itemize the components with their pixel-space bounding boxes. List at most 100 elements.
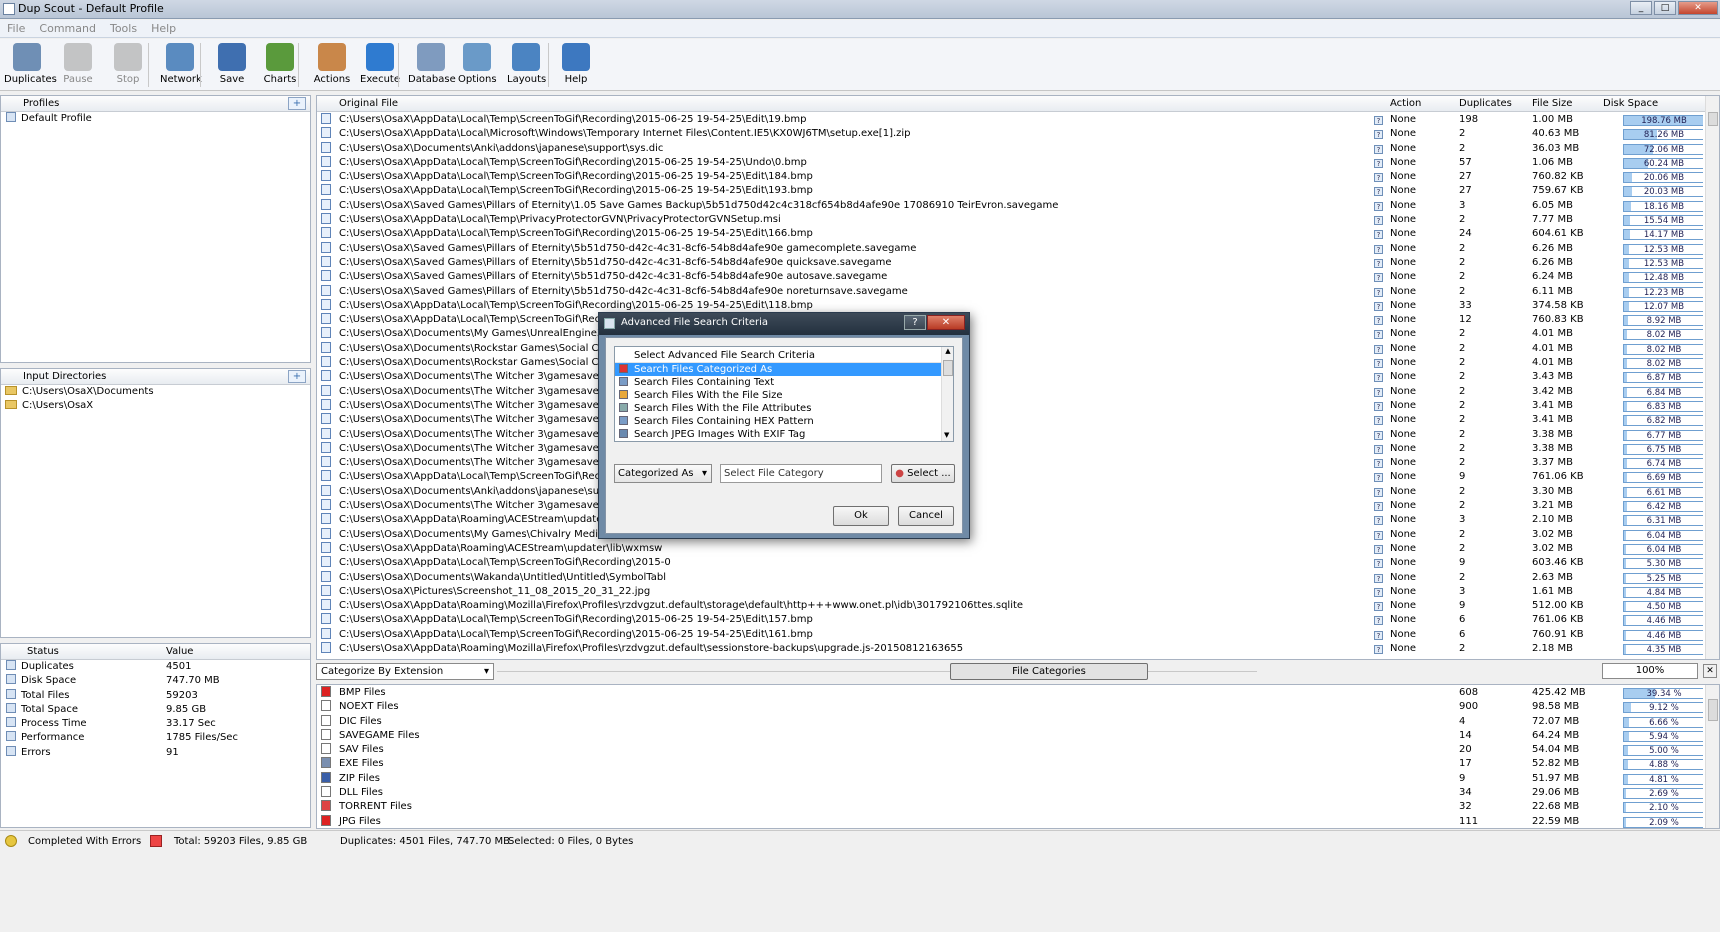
criteria-item[interactable]: Search Files Containing Text <box>615 376 941 389</box>
category-row[interactable]: SAV Files 20 54.04 MB 5.00 % <box>317 743 1703 757</box>
close-panel-button[interactable]: ✕ <box>1703 664 1717 678</box>
action-help-icon[interactable]: ? <box>1374 158 1383 168</box>
execute-button[interactable]: Execute <box>360 41 400 89</box>
category-row[interactable]: EXE Files 17 52.82 MB 4.88 % <box>317 757 1703 771</box>
action-value[interactable]: None <box>1390 613 1416 627</box>
options-button[interactable]: Options <box>458 41 497 89</box>
table-row[interactable]: C:\Users\OsaX\AppData\Local\Temp\ScreenT… <box>317 155 1703 170</box>
action-value[interactable]: None <box>1390 385 1416 399</box>
pause-button[interactable]: Pause <box>58 41 98 89</box>
action-help-icon[interactable]: ? <box>1374 644 1383 654</box>
action-help-icon[interactable]: ? <box>1374 287 1383 297</box>
save-button[interactable]: Save <box>212 41 252 89</box>
action-value[interactable]: None <box>1390 556 1416 570</box>
action-help-icon[interactable]: ? <box>1374 444 1383 454</box>
action-help-icon[interactable]: ? <box>1374 258 1383 268</box>
table-row[interactable]: C:\Users\OsaX\Documents\Anki\addons\japa… <box>317 484 1703 499</box>
database-button[interactable]: Database <box>408 41 456 89</box>
action-help-icon[interactable]: ? <box>1374 201 1383 211</box>
action-help-icon[interactable]: ? <box>1374 316 1383 326</box>
file-categories-tab[interactable]: File Categories <box>950 663 1148 680</box>
action-help-icon[interactable]: ? <box>1374 344 1383 354</box>
add-profile-button[interactable]: + <box>288 97 306 110</box>
table-row[interactable]: C:\Users\OsaX\AppData\Roaming\Mozilla\Fi… <box>317 641 1703 656</box>
action-value[interactable]: None <box>1390 142 1416 156</box>
cancel-button[interactable]: Cancel <box>898 506 954 526</box>
table-row[interactable]: C:\Users\OsaX\AppData\Local\Temp\ScreenT… <box>317 627 1703 642</box>
categories-scrollbar[interactable] <box>1705 685 1719 828</box>
select-category-button[interactable]: ● Select ... <box>891 464 955 483</box>
action-help-icon[interactable]: ? <box>1374 473 1383 483</box>
table-row[interactable]: C:\Users\OsaX\Documents\The Witcher 3\ga… <box>317 441 1703 456</box>
table-row[interactable]: C:\Users\OsaX\Documents\Rockstar Games\S… <box>317 356 1703 370</box>
action-value[interactable]: None <box>1390 599 1416 613</box>
action-value[interactable]: None <box>1390 642 1416 656</box>
table-row[interactable]: C:\Users\OsaX\AppData\Local\Temp\Privacy… <box>317 213 1703 227</box>
action-value[interactable]: None <box>1390 199 1416 213</box>
criteria-item[interactable]: Search Files With the File Size <box>615 389 941 402</box>
action-value[interactable]: None <box>1390 242 1416 256</box>
categorize-dropdown[interactable]: Categorize By Extension ▾ <box>316 663 494 680</box>
actions-button[interactable]: Actions <box>311 41 353 89</box>
col-duplicates[interactable]: Duplicates <box>1459 98 1512 109</box>
col-file-size[interactable]: File Size <box>1532 98 1572 109</box>
help-button[interactable]: Help <box>558 41 594 89</box>
table-row[interactable]: C:\Users\OsaX\AppData\Roaming\ACEStream\… <box>317 513 1703 527</box>
action-value[interactable]: None <box>1390 127 1416 141</box>
table-row[interactable]: C:\Users\OsaX\AppData\Local\Temp\ScreenT… <box>317 613 1703 627</box>
table-row[interactable]: C:\Users\OsaX\Saved Games\Pillars of Ete… <box>317 284 1703 299</box>
action-value[interactable]: None <box>1390 356 1416 370</box>
charts-button[interactable]: Charts <box>260 41 300 89</box>
table-row[interactable]: C:\Users\OsaX\Documents\Wakanda\Untitled… <box>317 570 1703 585</box>
maximize-button[interactable]: □ <box>1654 1 1676 15</box>
menu-command[interactable]: Command <box>32 20 103 37</box>
action-value[interactable]: None <box>1390 299 1416 313</box>
col-action[interactable]: Action <box>1390 98 1421 109</box>
col-disk-space[interactable]: Disk Space <box>1603 98 1658 109</box>
action-help-icon[interactable]: ? <box>1374 487 1383 497</box>
action-help-icon[interactable]: ? <box>1374 401 1383 411</box>
action-value[interactable]: None <box>1390 513 1416 527</box>
action-value[interactable]: None <box>1390 399 1416 413</box>
table-row[interactable]: C:\Users\OsaX\Pictures\Screenshot_11_08_… <box>317 584 1703 599</box>
action-help-icon[interactable]: ? <box>1374 144 1383 154</box>
table-row[interactable]: C:\Users\OsaX\AppData\Local\Temp\ScreenT… <box>317 556 1703 570</box>
table-row[interactable]: C:\Users\OsaX\AppData\Roaming\ACEStream\… <box>317 541 1703 556</box>
action-help-icon[interactable]: ? <box>1374 544 1383 554</box>
action-help-icon[interactable]: ? <box>1374 244 1383 254</box>
action-help-icon[interactable]: ? <box>1374 502 1383 512</box>
action-value[interactable]: None <box>1390 528 1416 542</box>
scrollbar-thumb[interactable] <box>1708 699 1718 721</box>
category-row[interactable]: DLL Files 34 29.06 MB 2.69 % <box>317 786 1703 800</box>
action-value[interactable]: None <box>1390 213 1416 227</box>
action-value[interactable]: None <box>1390 428 1416 442</box>
action-help-icon[interactable]: ? <box>1374 373 1383 383</box>
action-help-icon[interactable]: ? <box>1374 516 1383 526</box>
condition-dropdown[interactable]: Categorized As ▾ <box>614 464 712 483</box>
action-value[interactable]: None <box>1390 499 1416 513</box>
category-row[interactable]: TORRENT Files 32 22.68 MB 2.10 % <box>317 800 1703 814</box>
category-row[interactable]: BMP Files 608 425.42 MB 39.34 % <box>317 686 1703 700</box>
action-value[interactable]: None <box>1390 113 1416 127</box>
table-row[interactable]: C:\Users\OsaX\Saved Games\Pillars of Ete… <box>317 241 1703 256</box>
action-value[interactable]: None <box>1390 585 1416 599</box>
criteria-item[interactable]: Search Files With the File Attributes <box>615 402 941 415</box>
scroll-up-icon[interactable]: ▲ <box>942 347 953 355</box>
action-help-icon[interactable]: ? <box>1374 602 1383 612</box>
criteria-item[interactable]: Search Files Categorized As <box>615 363 941 376</box>
minimize-button[interactable]: _ <box>1630 1 1652 15</box>
action-value[interactable]: None <box>1390 227 1416 241</box>
action-value[interactable]: None <box>1390 313 1416 327</box>
table-row[interactable]: C:\Users\OsaX\Documents\Rockstar Games\S… <box>317 341 1703 356</box>
action-help-icon[interactable]: ? <box>1374 430 1383 440</box>
action-help-icon[interactable]: ? <box>1374 630 1383 640</box>
criteria-item[interactable]: Search JPEG Images With EXIF Tag <box>615 428 941 441</box>
table-row[interactable]: C:\Users\OsaX\Documents\My Games\Chivalr… <box>317 527 1703 542</box>
menu-file[interactable]: File <box>0 20 32 37</box>
table-row[interactable]: C:\Users\OsaX\AppData\Local\Microsoft\Wi… <box>317 127 1703 141</box>
table-row[interactable]: C:\Users\OsaX\Saved Games\Pillars of Ete… <box>317 270 1703 284</box>
action-value[interactable]: None <box>1390 485 1416 499</box>
table-row[interactable]: C:\Users\OsaX\Documents\The Witcher 3\ga… <box>317 413 1703 427</box>
table-row[interactable]: C:\Users\OsaX\Documents\The Witcher 3\ga… <box>317 370 1703 384</box>
table-row[interactable]: C:\Users\OsaX\AppData\Local\Temp\ScreenT… <box>317 298 1703 313</box>
